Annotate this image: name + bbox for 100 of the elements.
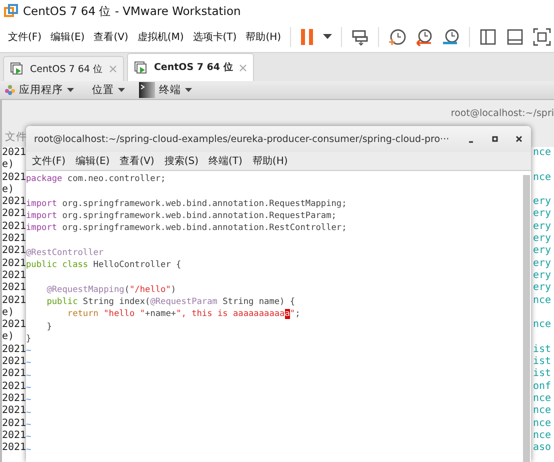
log-text: 2021 [2, 147, 26, 159]
code-text: ; [295, 309, 300, 320]
menu-item[interactable]: 文件(F) [8, 30, 42, 44]
log-text: ery [533, 282, 552, 295]
code-text: @RestController [26, 248, 104, 258]
menu-item[interactable]: 终端(T) [208, 154, 242, 168]
menu-item[interactable]: 选项卡(T) [192, 30, 237, 44]
log-text: 2021 [2, 233, 26, 246]
log-text: 2021 [2, 258, 26, 270]
empty-line-marker: ~ [26, 420, 32, 430]
log-text: e) [2, 159, 14, 172]
applications-menu[interactable]: 应用程序 [19, 83, 63, 97]
code-text: ", this is aaaaaaaaaa [176, 309, 285, 320]
code-text: +name+ [145, 309, 176, 320]
log-text: ery [533, 196, 552, 208]
log-text: ist [533, 344, 552, 356]
code-text: import [26, 210, 58, 221]
app-logo-icon [4, 4, 18, 18]
menu-item[interactable]: 查看(V) [94, 30, 128, 44]
log-text: ery [533, 233, 552, 246]
code-text: @RequestParam [150, 296, 218, 307]
snapshot-manager-icon[interactable] [442, 28, 460, 46]
code-text: "hello " [104, 309, 146, 320]
fullscreen-icon[interactable] [533, 28, 552, 46]
terminal-icon [139, 82, 155, 98]
code-text: } [46, 322, 52, 332]
terminal-title: root@localhost:~/spring-cloud-examples/eureka-producer-consumer/spring-cloud-pro··· [34, 134, 450, 144]
vm-tab[interactable]: CentOS 7 64 位 [3, 56, 124, 81]
code-text: String name) { [222, 296, 296, 307]
log-text: nce [533, 147, 552, 160]
menu-item[interactable]: 帮助(H) [252, 154, 288, 168]
empty-line-marker: ~ [26, 370, 32, 381]
code-text: HelloController { [92, 260, 182, 270]
menu-item[interactable]: 编辑(E) [50, 30, 85, 44]
tab-label: CentOS 7 64 位 [154, 61, 234, 74]
log-text: 2021 [2, 356, 26, 368]
menu-item[interactable]: 虚拟机(M) [137, 30, 184, 44]
maximize-icon[interactable] [491, 135, 499, 143]
log-text: 2021 [2, 344, 26, 356]
log-text: 2021 [2, 294, 26, 307]
menu-item[interactable]: 编辑(E) [76, 154, 110, 168]
vm-running-icon [134, 60, 148, 74]
empty-line-marker: ~ [26, 444, 32, 455]
empty-line-marker: ~ [26, 383, 32, 394]
places-menu[interactable]: 位置 [92, 83, 114, 97]
terminal-menu[interactable]: 终端 [159, 83, 181, 97]
menu-item[interactable]: 搜索(S) [164, 154, 198, 168]
code-text: package [26, 174, 62, 184]
vm-tab[interactable]: CentOS 7 64 位 [126, 53, 254, 81]
log-text: 2021 [2, 319, 26, 331]
code-text: import [26, 223, 58, 234]
log-text: 2021 [2, 196, 26, 208]
log-text: nce [533, 405, 552, 418]
log-text: 2021 [2, 220, 26, 234]
empty-line-marker: ~ [26, 432, 32, 442]
bottom-panel-view-icon[interactable] [506, 28, 524, 46]
code-text: "/hello" [130, 284, 171, 295]
code-text: String index( [82, 296, 150, 307]
applications-icon [5, 85, 15, 95]
log-text: 2021 [2, 442, 26, 454]
code-text: public class [26, 260, 88, 270]
text-cursor: a [284, 309, 290, 320]
code-text: ( [124, 284, 130, 295]
pause-icon[interactable] [300, 28, 314, 46]
send-keys-icon[interactable] [351, 28, 370, 46]
sidebar-view-icon[interactable] [479, 28, 498, 46]
menu-item[interactable]: 查看(V) [120, 154, 154, 168]
close-icon[interactable] [515, 135, 523, 143]
log-text: nce [533, 319, 552, 332]
log-text: 2021 [2, 368, 26, 381]
log-text: onf [533, 380, 552, 393]
log-text: aso [533, 442, 552, 454]
vm-running-icon [10, 62, 24, 76]
log-text: ist [533, 368, 552, 381]
code-text: return [66, 309, 100, 320]
code-text: ) [170, 284, 176, 295]
scrollbar[interactable] [523, 175, 530, 462]
code-text: public [46, 296, 78, 307]
menu-item[interactable]: 帮助(H) [246, 30, 282, 44]
empty-line-marker: ~ [26, 395, 32, 406]
menu-item[interactable]: 文件(F) [32, 154, 66, 168]
log-text: e) [2, 306, 14, 320]
code-text: org.springframework.web.bind.annotation.RequestMapping; [61, 198, 347, 209]
caret-icon[interactable] [323, 34, 332, 40]
caret-icon[interactable] [185, 88, 192, 92]
log-text: nce [533, 418, 552, 430]
log-text: ery [533, 270, 552, 282]
snapshot-icon[interactable] [388, 28, 406, 46]
log-text: 2021 [2, 208, 26, 221]
code-text: org.springframework.web.bind.annotation.RestController; [61, 223, 347, 234]
empty-line-marker: ~ [26, 408, 32, 418]
caret-icon[interactable] [118, 88, 125, 92]
empty-line-marker: ~ [26, 346, 32, 356]
log-text: nce [533, 172, 552, 184]
caret-icon[interactable] [67, 88, 74, 92]
log-text: 2021 [2, 430, 26, 442]
log-text: e) [2, 184, 14, 196]
log-text: nce [533, 392, 552, 406]
revert-snapshot-icon[interactable] [415, 28, 434, 46]
log-text: 2021 [2, 392, 26, 406]
